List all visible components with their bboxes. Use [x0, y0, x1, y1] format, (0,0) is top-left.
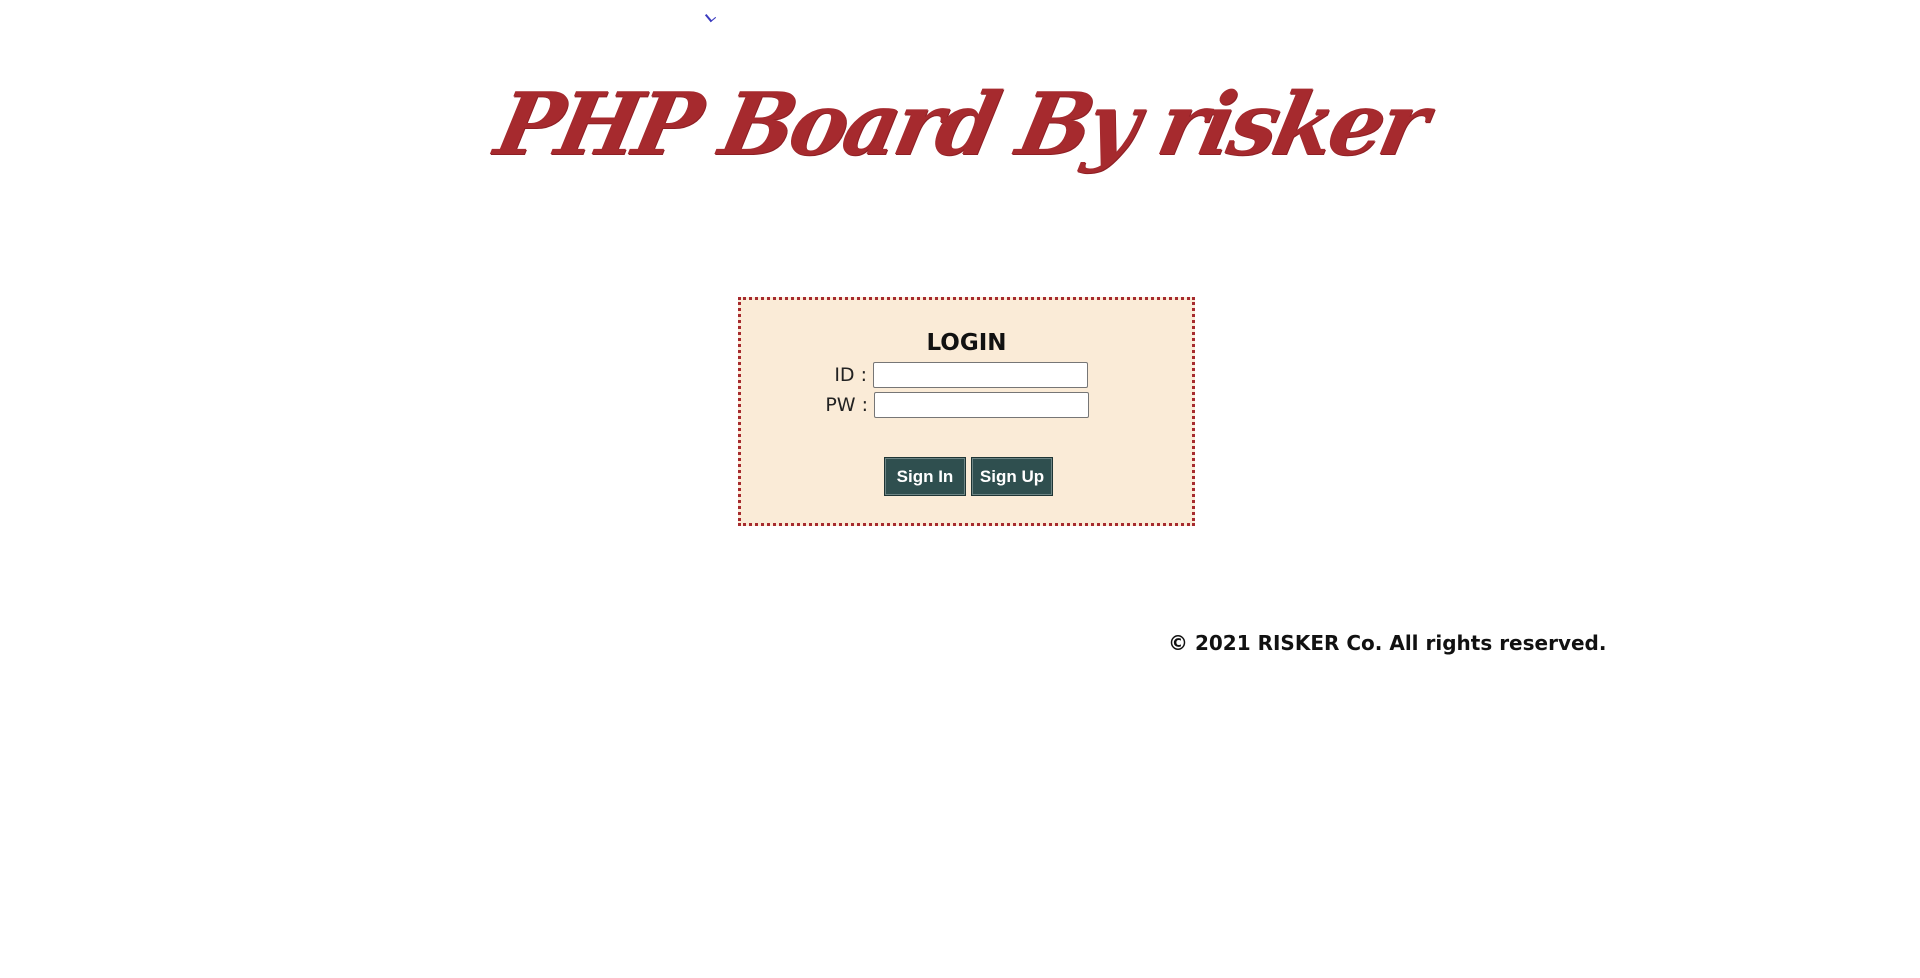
sign-up-button[interactable]: Sign Up [971, 457, 1053, 496]
login-heading: LOGIN [926, 330, 1007, 356]
pw-label: PW : [825, 394, 868, 416]
footer-copyright: © 2021 RISKER Co. All rights reserved. [1168, 631, 1607, 655]
sign-in-button[interactable]: Sign In [884, 457, 966, 496]
login-form: LOGIN ID : PW : Sign In Sign Up [738, 297, 1195, 526]
site-title-wrapper: PHP Board By risker [0, 74, 1920, 175]
site-title[interactable]: PHP Board By risker [487, 74, 1433, 175]
stray-mark [704, 10, 717, 23]
id-label: ID : [834, 364, 867, 386]
id-input[interactable] [873, 362, 1088, 388]
pw-input[interactable] [874, 392, 1089, 418]
